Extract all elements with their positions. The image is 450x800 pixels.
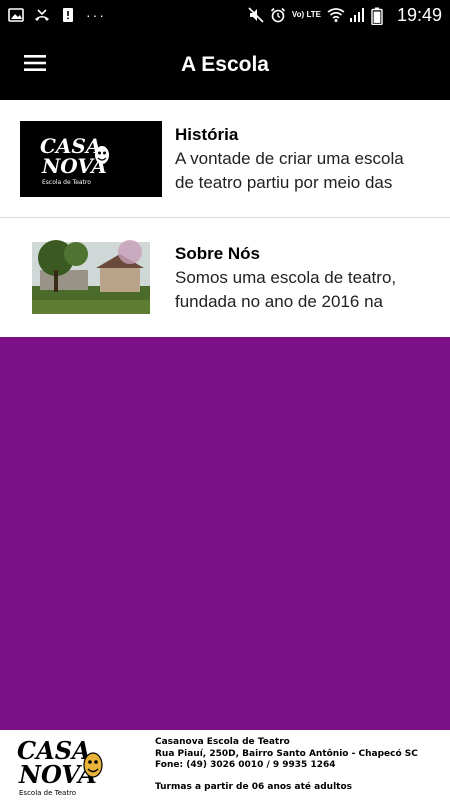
casanova-logo: CASA NOVA Escola de Teatro — [40, 134, 109, 186]
sobre-nos-thumbnail — [20, 239, 162, 316]
casanova-logo: CASA NOVA Escola de Teatro — [17, 736, 103, 797]
wifi-icon — [327, 7, 345, 23]
footer-logo: CASA NOVA Escola de Teatro — [0, 730, 130, 800]
app-bar: A Escola — [0, 30, 450, 100]
item-description: Somos uma escola de teatro, — [175, 267, 397, 287]
menu-button[interactable] — [0, 30, 70, 100]
signal-icon — [349, 7, 365, 23]
item-description: A vontade de criar uma escola — [175, 148, 404, 168]
clock: 19:49 — [396, 4, 442, 25]
svg-text:Escola de Teatro: Escola de Teatro — [19, 789, 76, 797]
alarm-icon — [270, 7, 286, 23]
list-item-sobre-nos[interactable]: Sobre Nós Somos uma escola de teatro, fu… — [0, 218, 450, 337]
content-list: CASA NOVA Escola de Teatro História A vo… — [0, 100, 450, 337]
footer-address: Rua Piauí, 250D, Bairro Santo Antônio - … — [155, 748, 418, 759]
list-item-historia[interactable]: CASA NOVA Escola de Teatro História A vo… — [0, 100, 450, 218]
battery-icon — [371, 7, 387, 26]
item-description: fundada no ano de 2016 na — [175, 291, 383, 311]
mute-icon — [248, 7, 264, 23]
alert-icon — [60, 7, 76, 23]
historia-thumbnail: CASA NOVA Escola de Teatro — [20, 120, 162, 197]
more-notifications-icon: ··· — [86, 7, 106, 23]
footer-school-name: Casanova Escola de Teatro — [155, 737, 290, 747]
footer-contact-info: Casanova Escola de Teatro Rua Piauí, 250… — [155, 737, 418, 793]
footer-phone: Fone: (49) 3026 0010 / 9 9935 1264 — [155, 760, 336, 770]
footer-age-info: Turmas a partir de 06 anos até adultos — [155, 781, 353, 792]
svg-text:Escola de Teatro: Escola de Teatro — [42, 179, 91, 186]
notification-icons: ··· — [8, 7, 106, 23]
missed-call-icon — [34, 7, 50, 23]
school-building-photo — [20, 239, 162, 316]
system-icons: Vo) LTE 19:49 — [248, 5, 442, 26]
footer-banner: CASA NOVA Escola de Teatro Casanova Esco… — [0, 730, 450, 800]
hamburger-menu-icon — [24, 54, 46, 77]
image-icon — [8, 7, 24, 23]
network-type-label: Vo) LTE — [291, 10, 321, 19]
item-description: de teatro partiu por meio das — [175, 172, 393, 192]
status-bar: ··· Vo) LTE 19:49 — [0, 0, 450, 30]
item-title: Sobre Nós — [175, 243, 261, 263]
item-title: História — [175, 124, 239, 144]
